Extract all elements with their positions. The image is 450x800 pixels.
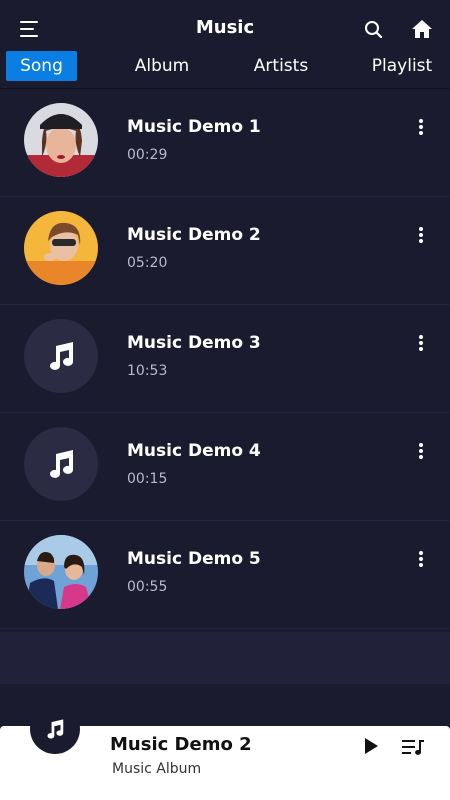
song-row[interactable]: Music Demo 2 05:20: [0, 197, 450, 305]
player-title: Music Demo 2: [110, 734, 252, 755]
tab-song[interactable]: Song: [6, 51, 77, 81]
player-subtitle: Music Album: [112, 761, 202, 777]
playlist-icon[interactable]: [402, 738, 426, 756]
music-note-icon: [24, 319, 98, 393]
song-row[interactable]: Music Demo 1 00:29: [0, 89, 450, 197]
more-options-icon[interactable]: [414, 443, 428, 463]
song-title: Music Demo 5: [127, 549, 261, 569]
song-duration: 00:55: [127, 579, 168, 595]
more-options-icon[interactable]: [414, 227, 428, 247]
app-header: Music: [0, 0, 450, 50]
tab-playlist[interactable]: Playlist: [366, 51, 438, 81]
song-duration: 00:15: [127, 471, 168, 487]
home-icon[interactable]: [411, 19, 433, 39]
list-footer-band: [0, 632, 450, 684]
song-artwork: [24, 103, 98, 177]
more-options-icon[interactable]: [414, 551, 428, 571]
search-icon[interactable]: [364, 20, 384, 40]
song-artwork: [24, 535, 98, 609]
song-duration: 05:20: [127, 255, 168, 271]
song-row[interactable]: Music Demo 4 00:15: [0, 413, 450, 521]
song-duration: 10:53: [127, 363, 168, 379]
song-duration: 00:29: [127, 147, 168, 163]
play-icon[interactable]: [362, 736, 380, 756]
song-row[interactable]: Music Demo 5 00:55: [0, 521, 450, 629]
music-note-icon: [24, 427, 98, 501]
tab-album[interactable]: Album: [126, 51, 198, 81]
player-music-note-icon: [30, 704, 80, 754]
more-options-icon[interactable]: [414, 119, 428, 139]
song-title: Music Demo 4: [127, 441, 261, 461]
more-options-icon[interactable]: [414, 335, 428, 355]
song-title: Music Demo 2: [127, 225, 261, 245]
tab-artists[interactable]: Artists: [245, 51, 317, 81]
song-row[interactable]: Music Demo 3 10:53: [0, 305, 450, 413]
song-artwork: [24, 211, 98, 285]
song-list: Music Demo 1 00:29 Music Demo 2 05:20 Mu…: [0, 89, 450, 629]
song-title: Music Demo 3: [127, 333, 261, 353]
tab-bar: Song Album Artists Playlist: [0, 50, 450, 84]
song-title: Music Demo 1: [127, 117, 261, 137]
